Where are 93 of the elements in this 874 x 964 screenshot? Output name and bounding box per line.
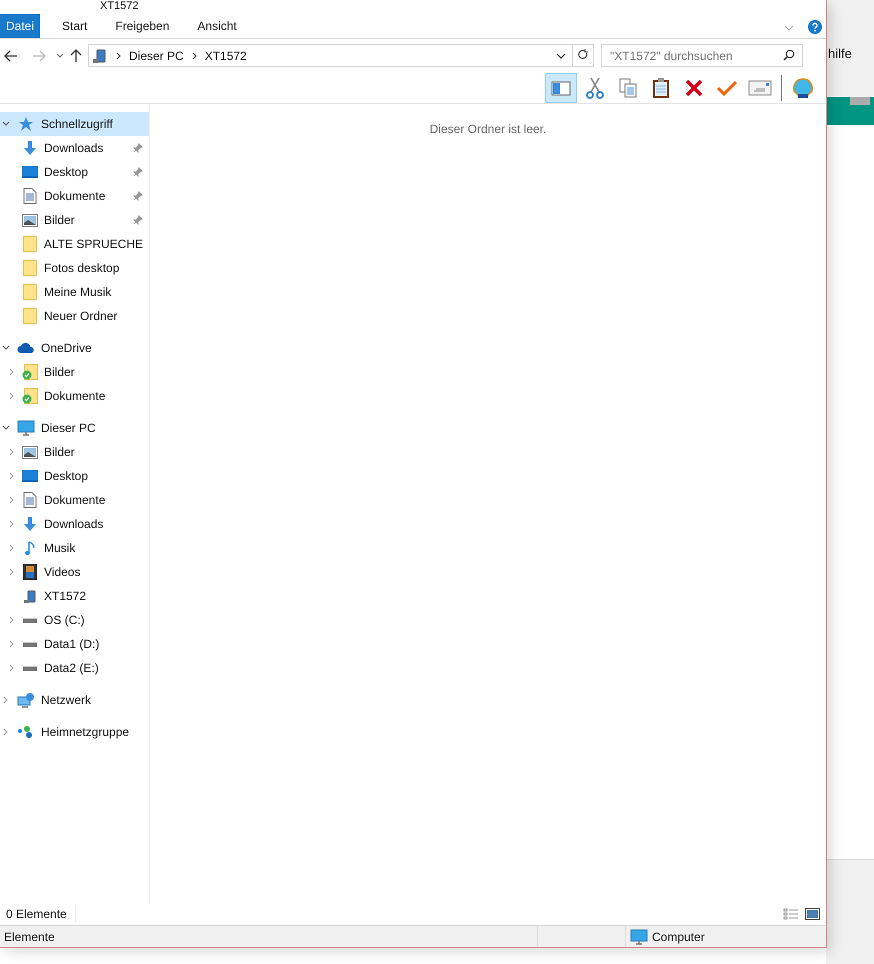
network-icon bbox=[17, 692, 35, 708]
navigation-item[interactable]: Musik bbox=[0, 536, 149, 560]
folder-icon bbox=[23, 260, 37, 276]
document-icon bbox=[23, 492, 37, 508]
navigation-item[interactable]: XT1572 bbox=[0, 584, 149, 608]
navigation-item[interactable]: Dokumente bbox=[0, 184, 149, 208]
navigation-item[interactable]: Bilder bbox=[0, 360, 149, 384]
dropdown-icon[interactable] bbox=[56, 53, 64, 58]
navigation-item[interactable]: Desktop bbox=[0, 160, 149, 184]
synced-folder-icon bbox=[22, 388, 38, 404]
folder-icon bbox=[23, 284, 37, 300]
chevron-down-icon[interactable] bbox=[2, 121, 10, 127]
ribbon-tab[interactable]: Datei bbox=[0, 14, 40, 38]
drive-icon bbox=[23, 618, 37, 622]
navigation-item[interactable]: Bilder bbox=[0, 440, 149, 464]
monitor-icon bbox=[22, 165, 38, 179]
navigation-item[interactable]: Data1 (D:) bbox=[0, 632, 149, 656]
picture-icon bbox=[22, 214, 38, 226]
down-arrow-icon bbox=[22, 140, 38, 156]
breadcrumb-segment[interactable]: XT1572 bbox=[204, 46, 247, 64]
forward-arrow-icon[interactable] bbox=[32, 50, 46, 62]
computer-icon bbox=[630, 928, 648, 944]
pin-icon[interactable] bbox=[133, 143, 143, 153]
ribbon-tab[interactable]: Start bbox=[56, 14, 94, 38]
people-icon bbox=[17, 725, 35, 739]
film-icon bbox=[23, 564, 37, 580]
navigation-item[interactable]: Dieser PC bbox=[0, 416, 149, 440]
synced-folder-icon bbox=[22, 364, 38, 380]
pin-icon[interactable] bbox=[133, 191, 143, 201]
navigation-item[interactable]: Downloads bbox=[0, 512, 149, 536]
pin-icon[interactable] bbox=[133, 215, 143, 225]
envelope-icon bbox=[748, 80, 772, 96]
navigation-item[interactable]: Neuer Ordner bbox=[0, 304, 149, 328]
navigation-item[interactable]: Dokumente bbox=[0, 384, 149, 408]
picture-icon bbox=[22, 446, 38, 458]
back-arrow-icon[interactable] bbox=[4, 50, 18, 62]
drive-icon bbox=[23, 666, 37, 670]
music-note-icon bbox=[24, 540, 36, 556]
search-field[interactable]: "XT1572" durchsuchen bbox=[601, 44, 803, 67]
chevron-down-icon[interactable] bbox=[2, 345, 10, 351]
navigation-item[interactable]: OS (C:) bbox=[0, 608, 149, 632]
navigation-item[interactable]: Meine Musik bbox=[0, 280, 149, 304]
navigation-item[interactable]: Data2 (E:) bbox=[0, 656, 149, 680]
navigation-item[interactable]: Dokumente bbox=[0, 488, 149, 512]
folder-icon bbox=[23, 308, 37, 324]
ribbon-tab[interactable]: Freigeben bbox=[109, 14, 176, 38]
copy-icon bbox=[617, 76, 639, 98]
drive-icon bbox=[23, 642, 37, 646]
chevron-down-icon[interactable] bbox=[2, 425, 10, 431]
menu-text: hilfe bbox=[827, 45, 853, 63]
address-bar[interactable]: Dieser PC XT1572 bbox=[88, 44, 594, 67]
seashell-icon bbox=[791, 76, 815, 98]
empty-folder-message: Dieser Ordner ist leer. bbox=[430, 121, 546, 134]
breadcrumb-segment[interactable]: Dieser PC bbox=[129, 46, 184, 64]
help-icon[interactable] bbox=[808, 20, 822, 34]
folder-icon bbox=[22, 236, 37, 252]
pane-button[interactable] bbox=[545, 72, 577, 102]
navigation-item[interactable]: Heimnetzgruppe bbox=[0, 720, 149, 744]
navigation-item[interactable]: Bilder bbox=[0, 208, 149, 232]
monitor-icon bbox=[22, 469, 38, 483]
phone-icon bbox=[22, 588, 38, 604]
search-icon bbox=[783, 49, 795, 61]
cloud-icon bbox=[17, 342, 35, 354]
zone-text: Computer bbox=[652, 928, 705, 946]
navigation-item[interactable]: Schnellzugriff bbox=[0, 112, 149, 136]
navigation-item[interactable]: Desktop bbox=[0, 464, 149, 488]
navigation-item[interactable]: ALTE SPRUECHE bbox=[0, 232, 149, 256]
scissors-icon bbox=[585, 76, 605, 100]
pin-icon[interactable] bbox=[133, 167, 143, 177]
dropdown-icon[interactable] bbox=[556, 52, 566, 58]
ribbon-tab[interactable]: Ansicht bbox=[191, 14, 243, 38]
up-arrow-icon[interactable] bbox=[70, 48, 82, 62]
navigation-item[interactable]: Videos bbox=[0, 560, 149, 584]
navigation-item[interactable]: Downloads bbox=[0, 136, 149, 160]
down-arrow-icon bbox=[22, 516, 38, 532]
thumbnail-view-icon[interactable] bbox=[805, 908, 820, 920]
phone-icon bbox=[92, 48, 108, 64]
chevron-right-icon[interactable] bbox=[116, 52, 121, 60]
x-icon bbox=[684, 78, 704, 98]
checkmark-icon bbox=[716, 78, 738, 96]
clipboard-icon bbox=[651, 76, 671, 98]
window-title: XT1572 bbox=[100, 0, 139, 13]
document-icon bbox=[23, 188, 37, 204]
navigation-item[interactable]: Netzwerk bbox=[0, 688, 149, 712]
header-band bbox=[826, 97, 874, 125]
star-icon bbox=[18, 116, 34, 132]
chevron-right-icon[interactable] bbox=[192, 52, 197, 60]
status-text: Elemente bbox=[0, 926, 538, 947]
navigation-item[interactable]: OneDrive bbox=[0, 336, 149, 360]
computer-icon bbox=[17, 420, 35, 436]
navigation-item[interactable]: Fotos desktop bbox=[0, 256, 149, 280]
details-view-icon[interactable] bbox=[783, 908, 799, 920]
item-count: 0 Elemente bbox=[6, 905, 76, 923]
